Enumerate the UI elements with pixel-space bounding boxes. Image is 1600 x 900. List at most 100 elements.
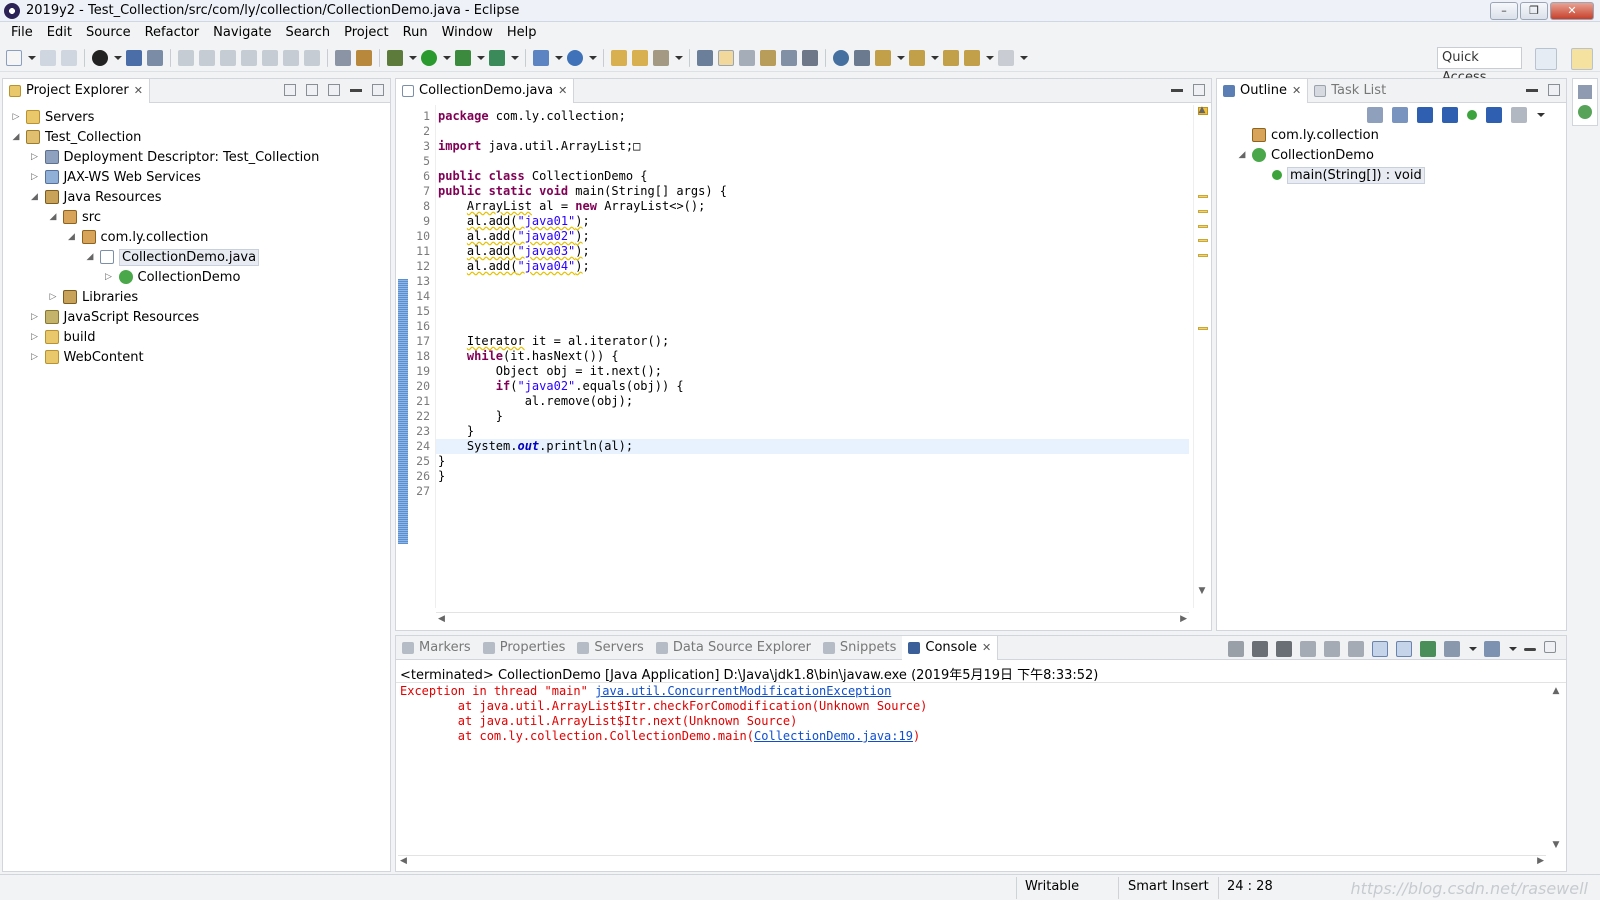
focus-icon[interactable] bbox=[1511, 107, 1527, 123]
previous-annotation-dropdown-icon[interactable] bbox=[930, 50, 939, 66]
tab-servers[interactable]: Servers bbox=[571, 636, 649, 660]
minimize-view-icon[interactable] bbox=[350, 89, 362, 92]
pin-console-icon[interactable] bbox=[1420, 641, 1436, 657]
scroll-right-icon[interactable]: ▶ bbox=[1537, 856, 1544, 866]
overview-marker[interactable] bbox=[1198, 210, 1208, 213]
tree-item[interactable]: com.ly.collection bbox=[1237, 125, 1379, 145]
console-horizontal-scrollbar[interactable]: ◀ ▶ bbox=[398, 855, 1546, 869]
overview-marker[interactable] bbox=[1198, 254, 1208, 257]
collapse-arrow-icon[interactable]: ◢ bbox=[1237, 150, 1247, 160]
code-editor[interactable]: 1 package com.ly.collection; 2 3 import java… bbox=[416, 105, 1189, 608]
menu-window[interactable]: Window bbox=[435, 25, 500, 40]
next-annotation-icon[interactable] bbox=[875, 49, 891, 66]
link-with-editor-icon[interactable] bbox=[306, 84, 318, 96]
forward-icon[interactable] bbox=[998, 49, 1014, 66]
palette-icon[interactable] bbox=[1578, 105, 1592, 119]
expand-arrow-icon[interactable]: ▷ bbox=[30, 312, 40, 322]
tab-snippets[interactable]: Snippets bbox=[817, 636, 902, 660]
menu-file[interactable]: File bbox=[4, 25, 40, 40]
restore-icon[interactable] bbox=[1578, 85, 1592, 99]
scroll-left-icon[interactable]: ◀ bbox=[400, 856, 407, 866]
scroll-left-icon[interactable]: ◀ bbox=[438, 614, 445, 624]
skip-breakpoints-icon[interactable] bbox=[147, 49, 163, 66]
coverage-dropdown-icon[interactable] bbox=[476, 50, 485, 66]
word-wrap-icon[interactable] bbox=[760, 49, 776, 66]
tab-collectiondemo-java[interactable]: CollectionDemo.java ✕ bbox=[396, 78, 575, 103]
run-server-icon[interactable] bbox=[489, 49, 505, 66]
scroll-right-icon[interactable]: ▶ bbox=[1180, 614, 1187, 624]
new-class-dropdown-icon[interactable] bbox=[588, 50, 597, 66]
close-button[interactable]: ✕ bbox=[1550, 2, 1594, 20]
previous-annotation-icon[interactable] bbox=[909, 49, 925, 66]
hide-nonpublic-icon[interactable] bbox=[1467, 110, 1477, 120]
new-java-project-icon[interactable] bbox=[533, 49, 549, 66]
scroll-down-icon[interactable]: ▼ bbox=[1548, 840, 1564, 852]
new-icon[interactable] bbox=[6, 49, 22, 66]
next-annotation-dropdown-icon[interactable] bbox=[896, 50, 905, 66]
tree-item[interactable]: ◢ Test_Collection bbox=[11, 127, 142, 147]
code-line[interactable]: al.add("java03"); bbox=[438, 244, 590, 259]
code-line[interactable]: } bbox=[438, 454, 445, 469]
overview-marker[interactable] bbox=[1198, 195, 1208, 198]
profile-dropdown-icon[interactable] bbox=[113, 50, 122, 66]
display-console-dropdown-icon[interactable] bbox=[1468, 641, 1477, 657]
collapse-arrow-icon[interactable]: ◢ bbox=[48, 212, 58, 222]
view-menu-icon[interactable] bbox=[328, 84, 340, 96]
terminal-icon[interactable] bbox=[126, 49, 142, 66]
scroll-down-icon[interactable]: ▼ bbox=[1194, 586, 1210, 600]
scroll-up-icon[interactable]: ▲ bbox=[1548, 686, 1564, 698]
code-line[interactable]: al.add("java04"); bbox=[438, 259, 590, 274]
show-whitespace-icon[interactable] bbox=[781, 49, 797, 66]
collapse-all-icon[interactable] bbox=[1367, 107, 1383, 123]
collapse-arrow-icon[interactable]: ◢ bbox=[30, 192, 40, 202]
menu-edit[interactable]: Edit bbox=[40, 25, 79, 40]
code-line[interactable]: al.add("java01"); bbox=[438, 214, 590, 229]
scroll-up-icon[interactable]: ▲ bbox=[1194, 105, 1210, 119]
tree-item[interactable]: ◢ com.ly.collection bbox=[67, 227, 208, 247]
remove-launch-icon[interactable] bbox=[1252, 641, 1268, 657]
collapse-arrow-icon[interactable]: ◢ bbox=[67, 232, 77, 242]
java-ee-perspective-icon[interactable] bbox=[1571, 48, 1593, 70]
expand-arrow-icon[interactable]: ▷ bbox=[48, 292, 58, 302]
tree-item[interactable]: ▷ JAX-WS Web Services bbox=[30, 167, 201, 187]
new-class-icon[interactable] bbox=[567, 49, 583, 66]
search-dropdown-icon[interactable] bbox=[674, 50, 683, 66]
step-into-icon[interactable] bbox=[262, 49, 278, 66]
last-edit-location-icon[interactable] bbox=[943, 49, 959, 66]
open-type-icon[interactable] bbox=[611, 49, 627, 66]
maximize-view-icon[interactable] bbox=[1548, 84, 1560, 96]
maximize-view-icon[interactable] bbox=[372, 84, 384, 96]
new-java-project-dropdown-icon[interactable] bbox=[554, 50, 563, 66]
tree-item[interactable]: ▷ Libraries bbox=[48, 287, 139, 307]
tab-data-source-explorer[interactable]: Data Source Explorer bbox=[650, 636, 817, 660]
new-dropdown-icon[interactable] bbox=[27, 50, 36, 66]
tree-item[interactable]: ▷ WebContent bbox=[30, 347, 144, 367]
maximize-button[interactable]: ❐ bbox=[1520, 2, 1548, 20]
clear-console-icon[interactable] bbox=[1300, 641, 1316, 657]
search-icon[interactable] bbox=[653, 49, 669, 66]
collapse-all-icon[interactable] bbox=[284, 84, 296, 96]
insert-mode-status[interactable]: Smart Insert bbox=[1128, 879, 1209, 894]
tab-properties[interactable]: Properties bbox=[477, 636, 572, 660]
hide-static-icon[interactable] bbox=[1442, 107, 1458, 123]
overview-marker[interactable] bbox=[1198, 327, 1208, 330]
code-line[interactable]: public static void main(String[] args) { bbox=[438, 184, 727, 199]
show-on-stderr-icon[interactable] bbox=[1396, 641, 1412, 657]
display-console-icon[interactable] bbox=[1444, 641, 1460, 657]
overview-marker[interactable] bbox=[1198, 225, 1208, 228]
menu-navigate[interactable]: Navigate bbox=[206, 25, 278, 40]
close-tab-icon[interactable]: ✕ bbox=[1292, 84, 1301, 97]
tab-task-list[interactable]: Task List bbox=[1308, 79, 1392, 103]
pilcrow-icon[interactable] bbox=[802, 49, 818, 66]
hide-fields-icon[interactable] bbox=[1417, 107, 1433, 123]
terminate-icon[interactable] bbox=[1228, 641, 1244, 657]
tree-item[interactable]: ▷ CollectionDemo bbox=[104, 267, 240, 287]
close-tab-icon[interactable]: ✕ bbox=[558, 84, 567, 97]
tree-item[interactable]: ▷ JavaScript Resources bbox=[30, 307, 199, 327]
globe-icon[interactable] bbox=[833, 49, 849, 66]
collapse-arrow-icon[interactable]: ◢ bbox=[11, 132, 21, 142]
code-line[interactable]: if("java02".equals(obj)) { bbox=[438, 379, 684, 394]
remove-all-terminated-icon[interactable] bbox=[1276, 641, 1292, 657]
open-console-dropdown-icon[interactable] bbox=[1508, 641, 1517, 657]
menu-source[interactable]: Source bbox=[79, 25, 138, 40]
